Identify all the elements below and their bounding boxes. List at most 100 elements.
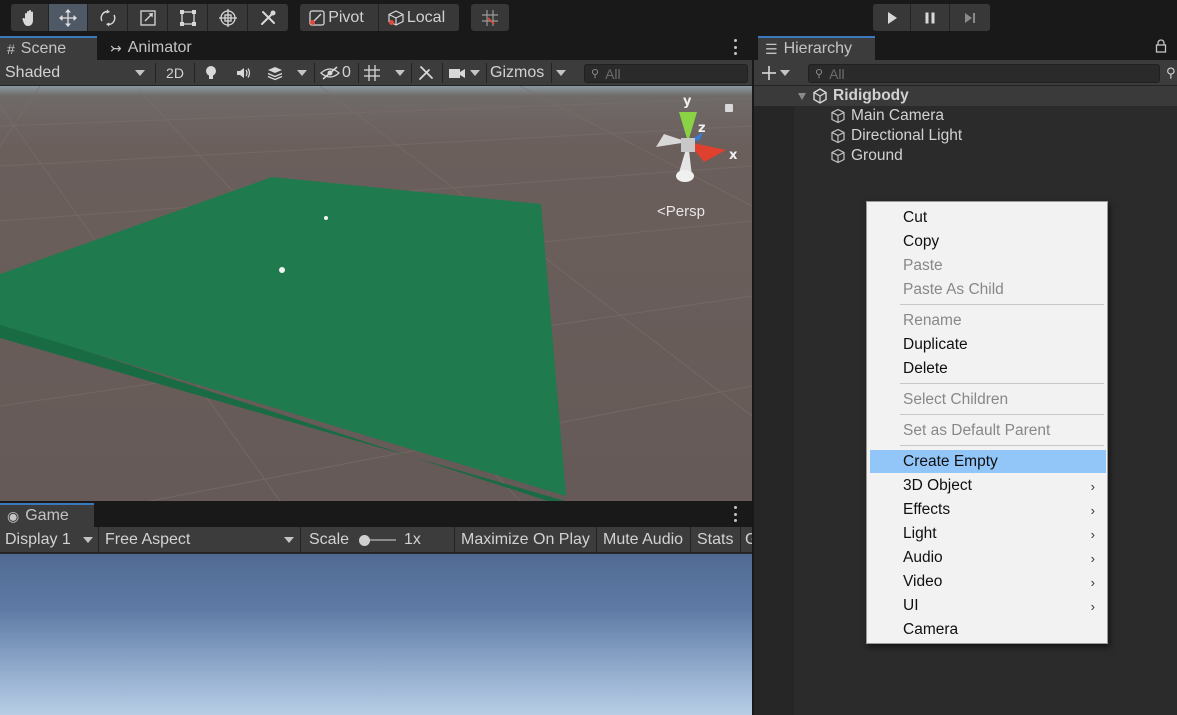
- menu-separator: [900, 383, 1104, 384]
- menu-item-light[interactable]: Light ›: [870, 522, 1106, 545]
- stats-toggle[interactable]: Stats: [691, 527, 741, 553]
- menu-item-label: Paste: [903, 256, 943, 274]
- 2d-toggle[interactable]: 2D: [159, 60, 191, 86]
- rotate-tool-button[interactable]: [88, 4, 128, 31]
- move-tool-button[interactable]: [49, 4, 88, 31]
- component-tools-toggle[interactable]: [417, 60, 437, 86]
- search-icon: ⚲: [591, 68, 600, 80]
- menu-item-label: Camera: [903, 620, 959, 638]
- menu-item-cut[interactable]: Cut: [870, 206, 1106, 229]
- display-dropdown[interactable]: Display 1: [0, 527, 99, 553]
- effects-dropdown[interactable]: [297, 60, 311, 86]
- menu-item-audio[interactable]: Audio ›: [870, 546, 1106, 569]
- maximize-label: Maximize On Play: [461, 531, 590, 548]
- grid-icon: [364, 65, 380, 81]
- menu-item-label: Rename: [903, 311, 962, 329]
- menu-item-paste[interactable]: Paste: [870, 254, 1106, 277]
- menu-item-label: Light: [903, 524, 937, 542]
- pivot-label: Pivot: [328, 8, 364, 26]
- orientation-gizmo[interactable]: y z x: [648, 92, 752, 192]
- divider: [551, 63, 552, 83]
- menu-item-label: Copy: [903, 232, 940, 250]
- menu-item-paste-as-child[interactable]: Paste As Child: [870, 278, 1106, 301]
- tab-scene-label: Scene: [20, 40, 67, 57]
- hierarchy-item-label: Directional Light: [851, 127, 963, 144]
- pivot-toggle[interactable]: Pivot: [300, 4, 379, 31]
- local-toggle[interactable]: Local: [379, 4, 459, 31]
- pivot-icon: [309, 9, 325, 26]
- lighting-toggle[interactable]: [203, 60, 225, 86]
- chevron-down-icon: [556, 70, 566, 76]
- rect-icon: [179, 9, 196, 26]
- menu-item-3d-object[interactable]: 3D Object ›: [870, 474, 1106, 497]
- game-menu-kebab-icon[interactable]: [734, 506, 738, 522]
- menu-item-effects[interactable]: Effects ›: [870, 498, 1106, 521]
- tab-scene[interactable]: # Scene: [0, 36, 97, 60]
- gizmos-toggle[interactable]: G: [741, 527, 752, 553]
- gizmos-dropdown[interactable]: [556, 60, 570, 86]
- hidden-objects-toggle[interactable]: 0: [319, 60, 355, 86]
- menu-item-duplicate[interactable]: Duplicate: [870, 333, 1106, 356]
- search-options-icon[interactable]: ⚲: [1166, 60, 1177, 86]
- menu-item-create-empty[interactable]: Create Empty: [870, 450, 1106, 473]
- camera-marker: [279, 267, 285, 273]
- hierarchy-item[interactable]: Main Camera: [754, 106, 1177, 126]
- hierarchy-tabbar: ☰ Hierarchy: [754, 36, 1177, 60]
- game-view[interactable]: [0, 554, 752, 715]
- menu-item-copy[interactable]: Copy: [870, 230, 1106, 253]
- grid-toggle[interactable]: [363, 60, 383, 86]
- scene-search-input[interactable]: ⚲ All: [584, 64, 748, 83]
- hand-icon: [21, 9, 33, 26]
- menu-item-rename[interactable]: Rename: [870, 309, 1106, 332]
- menu-item-camera[interactable]: Camera: [870, 618, 1106, 641]
- gameobject-cube-icon: [831, 108, 845, 124]
- step-button[interactable]: [950, 4, 990, 31]
- create-dropdown[interactable]: [762, 60, 794, 86]
- gizmos-button[interactable]: Gizmos: [490, 60, 550, 86]
- transform-tool-button[interactable]: [208, 4, 248, 31]
- menu-separator: [900, 304, 1104, 305]
- pause-button[interactable]: [911, 4, 950, 31]
- play-button[interactable]: [873, 4, 911, 31]
- effects-toggle[interactable]: [266, 60, 288, 86]
- tools-icon: [261, 10, 276, 25]
- hierarchy-search-input[interactable]: ⚲ All: [808, 64, 1160, 83]
- expand-arrow-icon[interactable]: [798, 92, 806, 100]
- tab-game[interactable]: ◉ Game: [0, 503, 94, 527]
- lock-icon[interactable]: [1155, 39, 1167, 57]
- menu-item-label: Set as Default Parent: [903, 421, 1051, 439]
- scene-menu-kebab-icon[interactable]: [734, 39, 738, 55]
- camera-dropdown[interactable]: [470, 60, 484, 86]
- camera-icon: [449, 69, 465, 78]
- scene-name: Ridigbody: [833, 87, 909, 104]
- audio-toggle[interactable]: [235, 60, 257, 86]
- grid-dropdown[interactable]: [395, 60, 409, 86]
- rect-tool-button[interactable]: [168, 4, 208, 31]
- custom-tool-button[interactable]: [248, 4, 288, 31]
- maximize-on-play-toggle[interactable]: Maximize On Play: [455, 527, 597, 553]
- scene-viewport[interactable]: y z x <Persp: [0, 86, 752, 501]
- menu-item-select-children[interactable]: Select Children: [870, 388, 1106, 411]
- menu-item-delete[interactable]: Delete: [870, 357, 1106, 380]
- hand-tool-button[interactable]: [11, 4, 49, 31]
- menu-item-set-default-parent[interactable]: Set as Default Parent: [870, 419, 1106, 442]
- eye-slash-icon: [320, 66, 340, 80]
- scale-tool-button[interactable]: [128, 4, 168, 31]
- camera-settings-button[interactable]: [448, 60, 468, 86]
- shading-dropdown[interactable]: Shaded: [5, 60, 153, 86]
- hierarchy-item[interactable]: Ground: [754, 146, 1177, 166]
- projection-toggle[interactable]: <Persp: [657, 203, 705, 220]
- chevron-down-icon: [297, 70, 307, 76]
- mute-audio-toggle[interactable]: Mute Audio: [597, 527, 691, 553]
- scale-slider-knob[interactable]: [359, 534, 371, 546]
- aspect-dropdown[interactable]: Free Aspect: [99, 527, 301, 553]
- menu-item-ui[interactable]: UI ›: [870, 594, 1106, 617]
- grid-snap-button[interactable]: [471, 4, 509, 31]
- lock-icon[interactable]: [725, 104, 733, 112]
- menu-item-video[interactable]: Video ›: [870, 570, 1106, 593]
- scene-root-row[interactable]: Ridigbody: [754, 86, 1177, 106]
- scale-slider[interactable]: Scale 1x: [303, 527, 455, 553]
- hierarchy-item[interactable]: Directional Light: [754, 126, 1177, 146]
- tab-hierarchy[interactable]: ☰ Hierarchy: [758, 36, 875, 60]
- tab-animator[interactable]: ↣ Animator: [103, 36, 203, 60]
